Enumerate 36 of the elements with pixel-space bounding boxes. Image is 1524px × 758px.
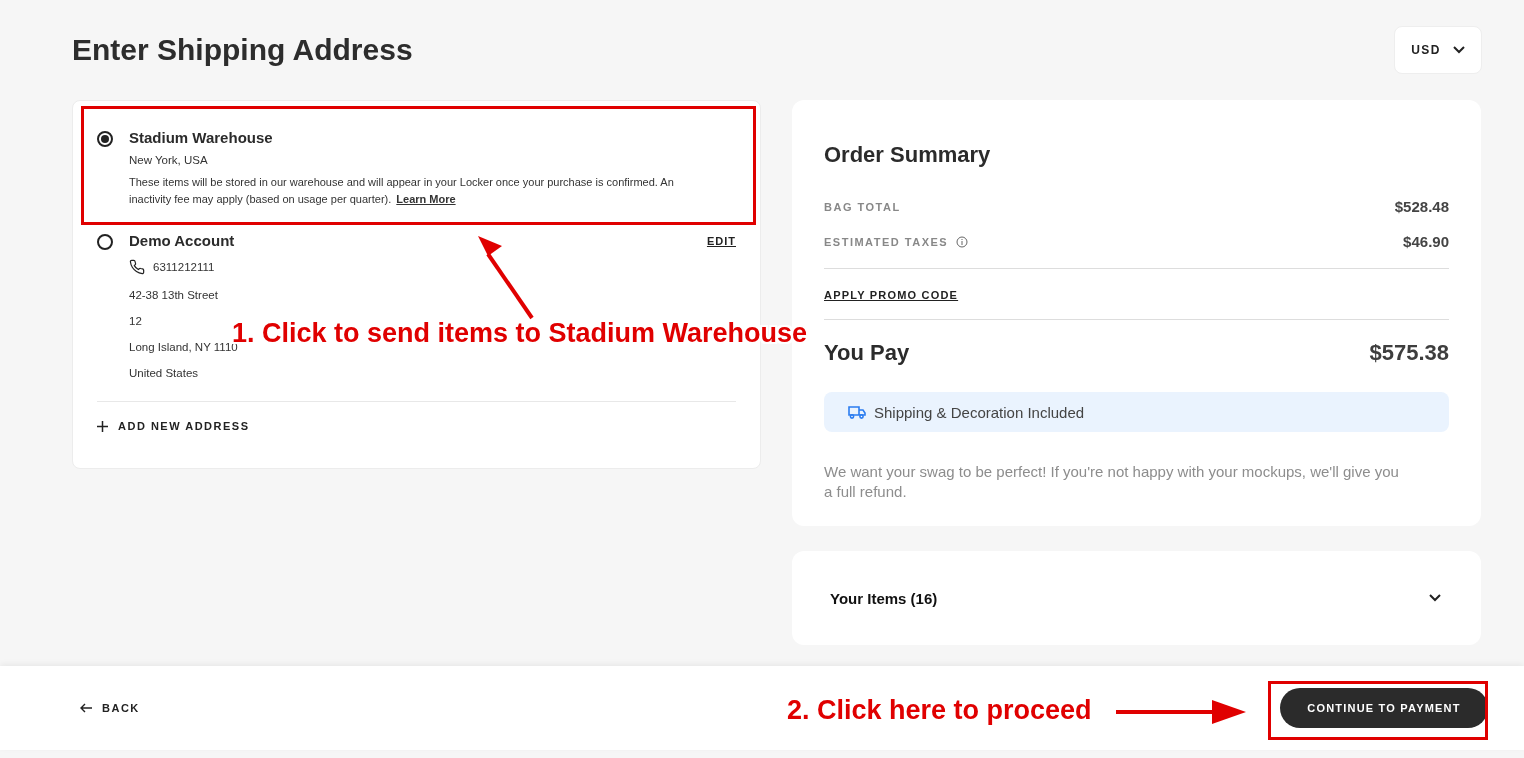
address-name: Demo Account [129,232,235,249]
address-line: United States [129,367,200,379]
currency-dropdown[interactable]: USD [1394,26,1482,74]
address-location: New York, USA [129,154,209,166]
plus-icon [97,420,108,432]
shipping-text: Shipping & Decoration Included [874,403,1085,421]
guarantee-text: We want your swag to be perfect! If you're not happy with your mockups, we'll give you a full refund. [824,462,1400,502]
chevron-down-icon [1453,46,1465,54]
total-label: You Pay [824,340,910,366]
phone-icon [129,259,145,275]
radio-button[interactable] [97,234,113,250]
arrow-left-icon [80,703,92,713]
summary-title: Order Summary [824,142,992,168]
annotation-text: 2. Click here to proceed [787,695,1092,726]
address-line: 12 [129,315,143,327]
address-name: Stadium Warehouse [129,129,274,146]
back-button[interactable]: BACK [74,701,146,715]
address-line: 42-38 13th Street [129,289,219,301]
total-value: $575.38 [1369,340,1449,366]
info-icon [956,235,969,248]
add-address-button[interactable]: ADD NEW ADDRESS [97,420,250,432]
radio-button[interactable] [97,131,113,147]
edit-link[interactable]: EDIT [706,234,736,247]
truck-icon [848,405,866,419]
summary-value: $528.48 [1394,198,1449,215]
continue-button[interactable]: CONTINUE TO PAYMENT [1280,688,1488,728]
page-title: Enter Shipping Address [72,33,413,67]
items-accordion[interactable]: Your Items (16) [792,551,1481,645]
learn-more-link[interactable]: Learn More [396,193,456,205]
chevron-down-icon [1429,594,1441,602]
warehouse-note: These items will be stored in our warehouse and will appear in your Locker once your purchase is confirmed. An inactivity fee may apply (based on usage per quarter). Learn More [129,175,675,207]
summary-label: BAG TOTAL [824,200,901,213]
summary-label: ESTIMATED TAXES [824,235,949,248]
summary-value: $46.90 [1403,233,1449,250]
promo-code-link[interactable]: APPLY PROMO CODE [824,289,959,301]
phone-number: 6311212111 [153,261,215,273]
